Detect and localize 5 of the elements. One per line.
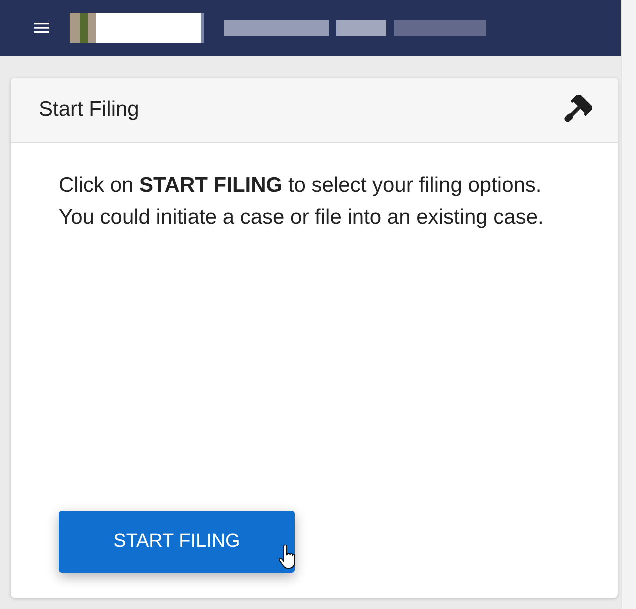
gavel-icon bbox=[562, 95, 592, 125]
start-filing-button[interactable]: START FILING bbox=[59, 511, 295, 573]
card-title: Start Filing bbox=[39, 98, 140, 122]
hand-cursor-icon bbox=[279, 545, 295, 571]
instructions-text: Click on START FILING to select your filing options. You could initiate a case or file into an existing case. bbox=[59, 173, 545, 231]
